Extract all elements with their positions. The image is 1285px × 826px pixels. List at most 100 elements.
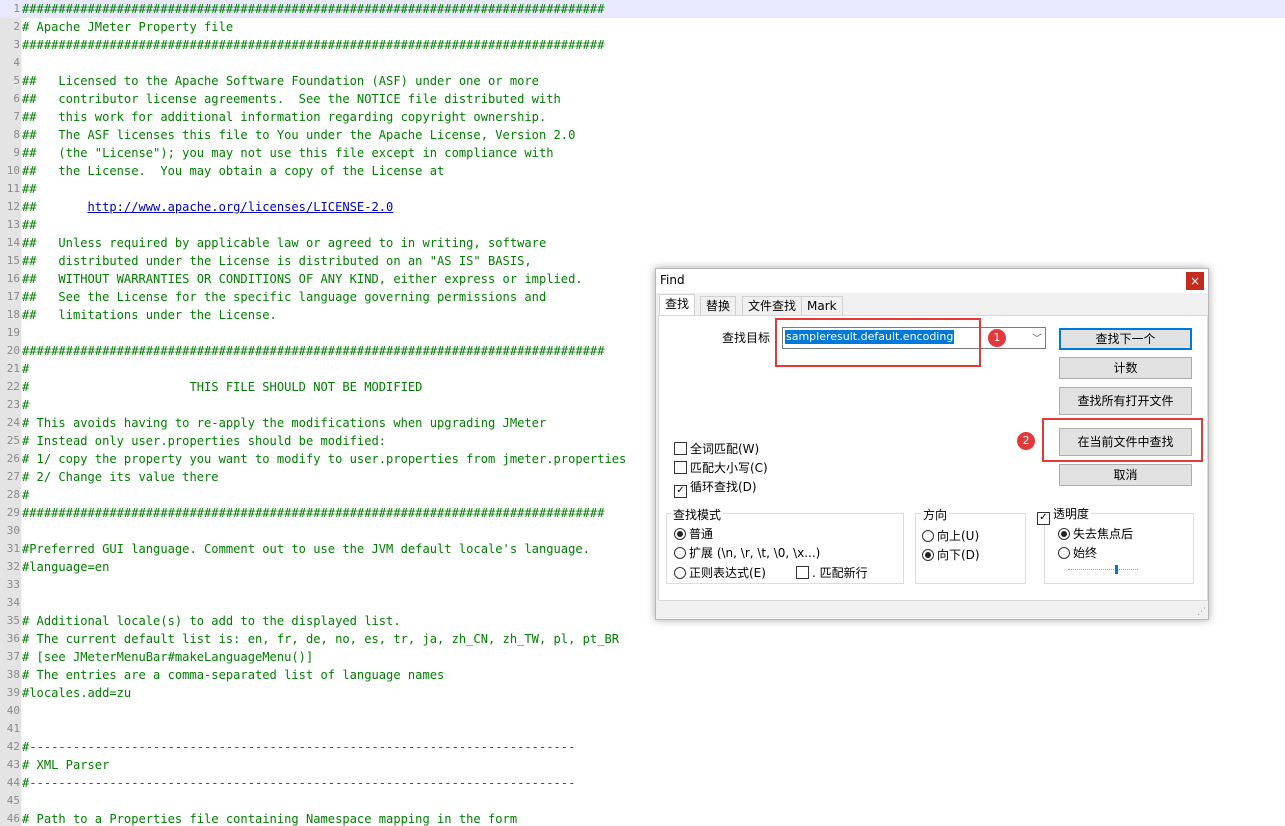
- line-text[interactable]: # XML Parser: [22, 756, 109, 774]
- editor-line[interactable]: 4: [0, 54, 1285, 72]
- tab-find[interactable]: 查找: [659, 294, 696, 316]
- line-text[interactable]: # Instead only user.properties should be…: [22, 432, 386, 450]
- line-text[interactable]: ## (the "License"); you may not use this…: [22, 144, 554, 162]
- line-text[interactable]: ## See the License for the specific lang…: [22, 288, 546, 306]
- radio-selected[interactable]: [922, 549, 934, 561]
- editor-line[interactable]: 6 ## contributor license agreements. See …: [0, 90, 1285, 108]
- line-text[interactable]: ## WITHOUT WARRANTIES OR CONDITIONS OF A…: [22, 270, 583, 288]
- radio-unselected[interactable]: [1058, 547, 1070, 559]
- checkbox-checked[interactable]: ✓: [1037, 512, 1050, 525]
- tab-find-in-files[interactable]: 文件查找: [742, 296, 803, 315]
- transparency-slider-thumb[interactable]: [1115, 565, 1118, 574]
- line-text[interactable]: #: [22, 360, 29, 378]
- find-all-open-button[interactable]: 查找所有打开文件: [1059, 387, 1192, 415]
- line-text[interactable]: #locales.add=zu: [22, 684, 131, 702]
- editor-line[interactable]: 40: [0, 702, 1285, 720]
- radio-selected[interactable]: [1058, 528, 1070, 540]
- line-text[interactable]: #: [22, 396, 29, 414]
- wrap-around-checkbox[interactable]: ✓ 循环查找(D): [674, 479, 757, 498]
- radio-unselected[interactable]: [674, 567, 686, 579]
- mode-extended-radio[interactable]: 扩展 (\n, \r, \t, \0, \x...): [674, 545, 820, 561]
- direction-up-radio[interactable]: 向上(U): [922, 528, 979, 544]
- line-text[interactable]: ########################################…: [22, 36, 604, 54]
- line-text[interactable]: # This avoids having to re-apply the mod…: [22, 414, 546, 432]
- editor-line[interactable]: 5 ## Licensed to the Apache Software Foun…: [0, 72, 1285, 90]
- transparency-slider-track[interactable]: [1068, 569, 1138, 572]
- radio-unselected[interactable]: [922, 530, 934, 542]
- editor-line[interactable]: 44 #-------------------------------------…: [0, 774, 1285, 792]
- editor-line[interactable]: 9 ## (the "License"); you may not use thi…: [0, 144, 1285, 162]
- line-text[interactable]: ## the License. You may obtain a copy of…: [22, 162, 444, 180]
- mode-regex-radio[interactable]: 正则表达式(E): [674, 565, 766, 581]
- transparency-lose-focus-radio[interactable]: 失去焦点后: [1058, 526, 1133, 542]
- line-text[interactable]: ##: [22, 180, 37, 198]
- line-text[interactable]: # [see JMeterMenuBar#makeLanguageMenu()]: [22, 648, 313, 666]
- match-case-checkbox[interactable]: 匹配大小写(C): [674, 460, 768, 476]
- dot-newline-checkbox[interactable]: . 匹配新行: [796, 565, 868, 581]
- tab-mark[interactable]: Mark: [801, 296, 843, 315]
- line-text[interactable]: ## contributor license agreements. See t…: [22, 90, 561, 108]
- line-text[interactable]: ## Unless required by applicable law or …: [22, 234, 546, 252]
- editor-line[interactable]: 13 ##: [0, 216, 1285, 234]
- editor-line[interactable]: 36 # The current default list is: en, fr,…: [0, 630, 1285, 648]
- editor-line[interactable]: 14 ## Unless required by applicable law o…: [0, 234, 1285, 252]
- editor-line[interactable]: 38 # The entries are a comma-separated li…: [0, 666, 1285, 684]
- chevron-down-icon[interactable]: ﹀: [1032, 330, 1042, 345]
- resize-grip-icon[interactable]: ⋰: [1197, 607, 1206, 617]
- editor-line[interactable]: 41: [0, 720, 1285, 738]
- editor-line[interactable]: 12 ## http://www.apache.org/licenses/LICE…: [0, 198, 1285, 216]
- cancel-button[interactable]: 取消: [1059, 464, 1192, 486]
- line-text[interactable]: #---------------------------------------…: [22, 738, 575, 756]
- editor-line[interactable]: 1 #######################################…: [0, 0, 1285, 18]
- checkbox-checked[interactable]: ✓: [674, 485, 687, 498]
- editor-line[interactable]: 43 # XML Parser: [0, 756, 1285, 774]
- line-text[interactable]: ## http://www.apache.org/licenses/LICENS…: [22, 198, 393, 216]
- line-text[interactable]: # Additional locale(s) to add to the dis…: [22, 612, 401, 630]
- line-text[interactable]: # 2/ Change its value there: [22, 468, 219, 486]
- direction-down-radio[interactable]: 向下(D): [922, 547, 980, 563]
- line-text[interactable]: ## Licensed to the Apache Software Found…: [22, 72, 539, 90]
- line-text[interactable]: # THIS FILE SHOULD NOT BE MODIFIED: [22, 378, 422, 396]
- editor-line[interactable]: 46 # Path to a Properties file containing…: [0, 810, 1285, 826]
- editor-line[interactable]: 42 #-------------------------------------…: [0, 738, 1285, 756]
- tab-replace[interactable]: 替换: [700, 296, 737, 315]
- radio-unselected[interactable]: [674, 547, 686, 559]
- whole-word-checkbox[interactable]: 全词匹配(W): [674, 441, 759, 457]
- transparency-always-radio[interactable]: 始终: [1058, 545, 1097, 561]
- line-text[interactable]: ## The ASF licenses this file to You und…: [22, 126, 575, 144]
- line-text[interactable]: ########################################…: [22, 342, 604, 360]
- line-text[interactable]: ########################################…: [22, 0, 604, 18]
- line-text[interactable]: ##: [22, 216, 37, 234]
- line-text[interactable]: #: [22, 486, 29, 504]
- checkbox-box[interactable]: [796, 566, 809, 579]
- transparency-checkbox[interactable]: ✓ 透明度: [1037, 506, 1092, 525]
- radio-selected[interactable]: [674, 528, 686, 540]
- editor-line[interactable]: 45: [0, 792, 1285, 810]
- close-button[interactable]: ×: [1186, 272, 1204, 290]
- line-text[interactable]: # The current default list is: en, fr, d…: [22, 630, 619, 648]
- editor-line[interactable]: 7 ## this work for additional information…: [0, 108, 1285, 126]
- line-text[interactable]: # Apache JMeter Property file: [22, 18, 233, 36]
- editor-line[interactable]: 2 # Apache JMeter Property file: [0, 18, 1285, 36]
- editor-line[interactable]: 10 ## the License. You may obtain a copy …: [0, 162, 1285, 180]
- line-text[interactable]: # 1/ copy the property you want to modif…: [22, 450, 626, 468]
- line-text[interactable]: #Preferred GUI language. Comment out to …: [22, 540, 590, 558]
- mode-normal-radio[interactable]: 普通: [674, 526, 713, 542]
- line-text[interactable]: ## limitations under the License.: [22, 306, 277, 324]
- checkbox-box[interactable]: [674, 442, 687, 455]
- line-text[interactable]: ## this work for additional information …: [22, 108, 546, 126]
- license-link[interactable]: http://www.apache.org/licenses/LICENSE-2…: [88, 200, 394, 214]
- line-text[interactable]: ########################################…: [22, 504, 604, 522]
- line-text[interactable]: #---------------------------------------…: [22, 774, 575, 792]
- editor-line[interactable]: 39 #locales.add=zu: [0, 684, 1285, 702]
- line-text[interactable]: #language=en: [22, 558, 109, 576]
- find-next-button[interactable]: 查找下一个: [1059, 328, 1192, 350]
- line-text[interactable]: # The entries are a comma-separated list…: [22, 666, 444, 684]
- dialog-titlebar[interactable]: Find ×: [656, 269, 1208, 293]
- editor-line[interactable]: 11 ##: [0, 180, 1285, 198]
- line-text[interactable]: ## distributed under the License is dist…: [22, 252, 532, 270]
- line-text[interactable]: # Path to a Properties file containing N…: [22, 810, 517, 826]
- editor-line[interactable]: 8 ## The ASF licenses this file to You un…: [0, 126, 1285, 144]
- editor-line[interactable]: 37 # [see JMeterMenuBar#makeLanguageMenu(…: [0, 648, 1285, 666]
- editor-line[interactable]: 3 #######################################…: [0, 36, 1285, 54]
